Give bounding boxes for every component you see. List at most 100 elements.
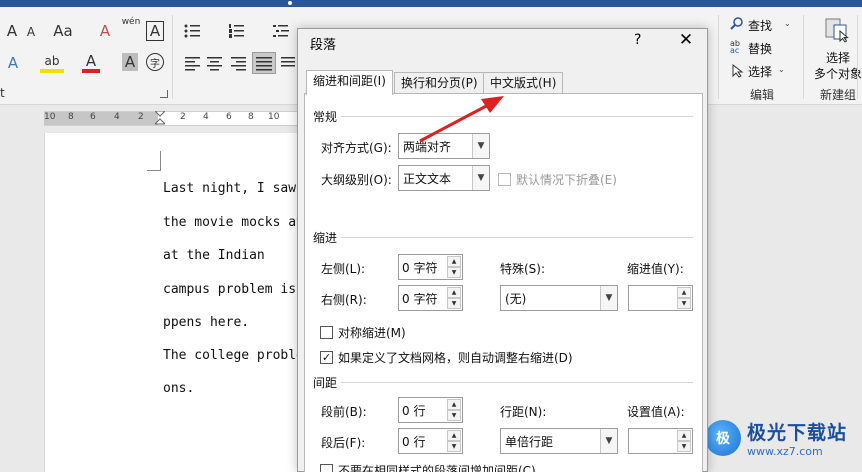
select-button[interactable]: 选择 xyxy=(748,63,772,80)
alignment-value: 两端对齐 xyxy=(403,140,452,154)
spin-up-icon[interactable]: ▲ xyxy=(677,430,691,441)
select-objects-label-line1[interactable]: 选择 xyxy=(826,49,850,66)
ribbon-separator xyxy=(803,15,804,99)
highlight-button[interactable]: ab xyxy=(40,53,64,73)
chevron-down-icon[interactable]: ▼ xyxy=(472,134,489,158)
align-right-icon[interactable] xyxy=(230,55,248,71)
space-after-value: 0 行 xyxy=(402,435,426,449)
document-line[interactable]: campus problem is v xyxy=(163,282,312,297)
title-dot xyxy=(288,1,292,5)
chevron-down-icon[interactable]: ▼ xyxy=(600,429,617,453)
replace-icon[interactable]: ab ac xyxy=(730,40,746,56)
align-center-icon[interactable] xyxy=(206,55,224,71)
paragraph-dialog: 段落 ? ✕ 缩进和间距(I) 换行和分页(P) 中文版式(H) 常规 对齐方式… xyxy=(297,28,708,472)
document-page[interactable]: Last night, I saw an the movie mocks at … xyxy=(44,133,320,472)
chevron-down-icon[interactable]: ⌄ xyxy=(778,65,785,74)
ribbon-separator xyxy=(857,15,858,99)
tab-indent-spacing[interactable]: 缩进和间距(I) xyxy=(306,70,393,95)
no-space-same-style-checkbox[interactable] xyxy=(320,464,333,472)
ruler-tick: 2 xyxy=(180,112,186,122)
select-objects-icon[interactable] xyxy=(824,17,850,43)
font-group-label-fragment: t xyxy=(0,86,5,100)
left-indent-spinner[interactable]: 0 字符 ▲ ▼ xyxy=(398,254,463,280)
select-cursor-icon[interactable] xyxy=(732,63,744,78)
right-indent-spinner[interactable]: 0 字符 ▲ ▼ xyxy=(398,285,463,311)
bullets-icon[interactable] xyxy=(184,23,202,39)
font-dialog-launcher-icon[interactable] xyxy=(160,90,168,98)
spin-up-icon[interactable]: ▲ xyxy=(677,287,691,298)
enclose-char-button[interactable]: 字 xyxy=(146,53,164,71)
special-indent-select[interactable]: (无) ▼ xyxy=(500,285,618,311)
multilevel-list-icon[interactable] xyxy=(272,23,290,39)
numbering-icon[interactable] xyxy=(228,23,246,39)
special-indent-label: 特殊(S): xyxy=(500,262,546,276)
ribbon-separator xyxy=(718,15,719,99)
select-objects-label-line2[interactable]: 多个对象 xyxy=(814,65,862,82)
close-button[interactable]: ✕ xyxy=(676,30,696,50)
collapse-checkbox[interactable] xyxy=(498,173,511,186)
space-after-spinner[interactable]: 0 行 ▲ ▼ xyxy=(398,428,463,454)
mirror-indent-label: 对称缩进(M) xyxy=(338,326,406,340)
change-case-button[interactable]: Aa xyxy=(50,21,76,41)
alignment-select[interactable]: 两端对齐 ▼ xyxy=(398,133,490,159)
spin-down-icon[interactable]: ▼ xyxy=(447,298,461,309)
document-line[interactable]: The college problem xyxy=(163,348,312,363)
space-before-spinner[interactable]: 0 行 ▲ ▼ xyxy=(398,397,463,423)
char-shading-button[interactable]: A xyxy=(122,53,138,71)
auto-adjust-checkbox[interactable]: ✓ xyxy=(320,351,333,364)
spin-up-icon[interactable]: ▲ xyxy=(447,256,461,267)
phonetic-guide-button[interactable]: wén xyxy=(120,17,142,43)
collapse-label: 默认情况下折叠(E) xyxy=(516,173,617,187)
document-line[interactable]: the movie mocks at xyxy=(163,215,304,230)
watermark-title: 极光下载站 xyxy=(747,422,848,444)
document-line[interactable]: at the Indian xyxy=(163,248,265,263)
shrink-font-button[interactable]: A xyxy=(24,23,38,41)
align-left-icon[interactable] xyxy=(184,55,202,71)
tab-asian-typography[interactable]: 中文版式(H) xyxy=(483,72,564,94)
horizontal-ruler[interactable]: 10 8 6 4 2 2 4 6 8 10 xyxy=(44,110,297,126)
clear-format-button[interactable]: A xyxy=(96,21,114,41)
spin-down-icon[interactable]: ▼ xyxy=(447,267,461,278)
indent-value-spinner[interactable]: ▲ ▼ xyxy=(628,285,693,311)
space-before-label: 段前(B): xyxy=(321,405,367,419)
spin-down-icon[interactable]: ▼ xyxy=(447,410,461,421)
line-spacing-label: 行距(N): xyxy=(500,405,547,419)
indent-marker-icon[interactable] xyxy=(153,110,167,126)
chevron-down-icon[interactable]: ▼ xyxy=(472,166,489,190)
help-button[interactable]: ? xyxy=(634,32,641,48)
spin-up-icon[interactable]: ▲ xyxy=(447,399,461,410)
tab-panel: 常规 对齐方式(G): 两端对齐 ▼ 大纲级别(O): 正文文本 ▼ 默认情况下… xyxy=(304,93,703,472)
grow-font-button[interactable]: A xyxy=(4,21,20,41)
distributed-icon[interactable] xyxy=(280,55,296,71)
ruler-tick: 6 xyxy=(90,112,96,122)
font-color-button[interactable]: A xyxy=(82,52,100,73)
watermark-url: www.xz7.com xyxy=(747,445,823,458)
document-line[interactable]: ons. xyxy=(163,381,194,396)
alignment-label: 对齐方式(G): xyxy=(321,141,392,155)
replace-button[interactable]: 替换 xyxy=(748,40,772,57)
tab-line-page-breaks[interactable]: 换行和分页(P) xyxy=(394,72,485,94)
setting-value-spinner[interactable]: ▲ ▼ xyxy=(628,428,693,454)
spin-down-icon[interactable]: ▼ xyxy=(677,441,691,452)
mirror-indent-checkbox[interactable] xyxy=(320,326,333,339)
spin-up-icon[interactable]: ▲ xyxy=(447,430,461,441)
spin-up-icon[interactable]: ▲ xyxy=(447,287,461,298)
outline-level-select[interactable]: 正文文本 ▼ xyxy=(398,165,490,191)
chevron-down-icon[interactable]: ⌄ xyxy=(784,19,791,28)
ruler-tick: 8 xyxy=(68,112,74,122)
find-button[interactable]: 查找 xyxy=(748,17,772,34)
ruler-tick: 4 xyxy=(203,112,209,122)
editing-group-label: 编辑 xyxy=(750,88,775,102)
spin-down-icon[interactable]: ▼ xyxy=(677,298,691,309)
spin-down-icon[interactable]: ▼ xyxy=(447,441,461,452)
char-border-button[interactable]: A xyxy=(146,21,164,41)
title-bar xyxy=(0,0,862,7)
document-line[interactable]: ppens here. xyxy=(163,315,249,330)
text-effect-button[interactable]: A xyxy=(4,53,22,73)
line-spacing-select[interactable]: 单倍行距 ▼ xyxy=(500,428,618,454)
chevron-down-icon[interactable]: ▼ xyxy=(600,286,617,310)
setting-value-label: 设置值(A): xyxy=(627,405,685,419)
find-icon[interactable] xyxy=(730,17,744,31)
ruler-tick: 4 xyxy=(114,112,120,122)
justify-icon[interactable] xyxy=(252,52,276,74)
